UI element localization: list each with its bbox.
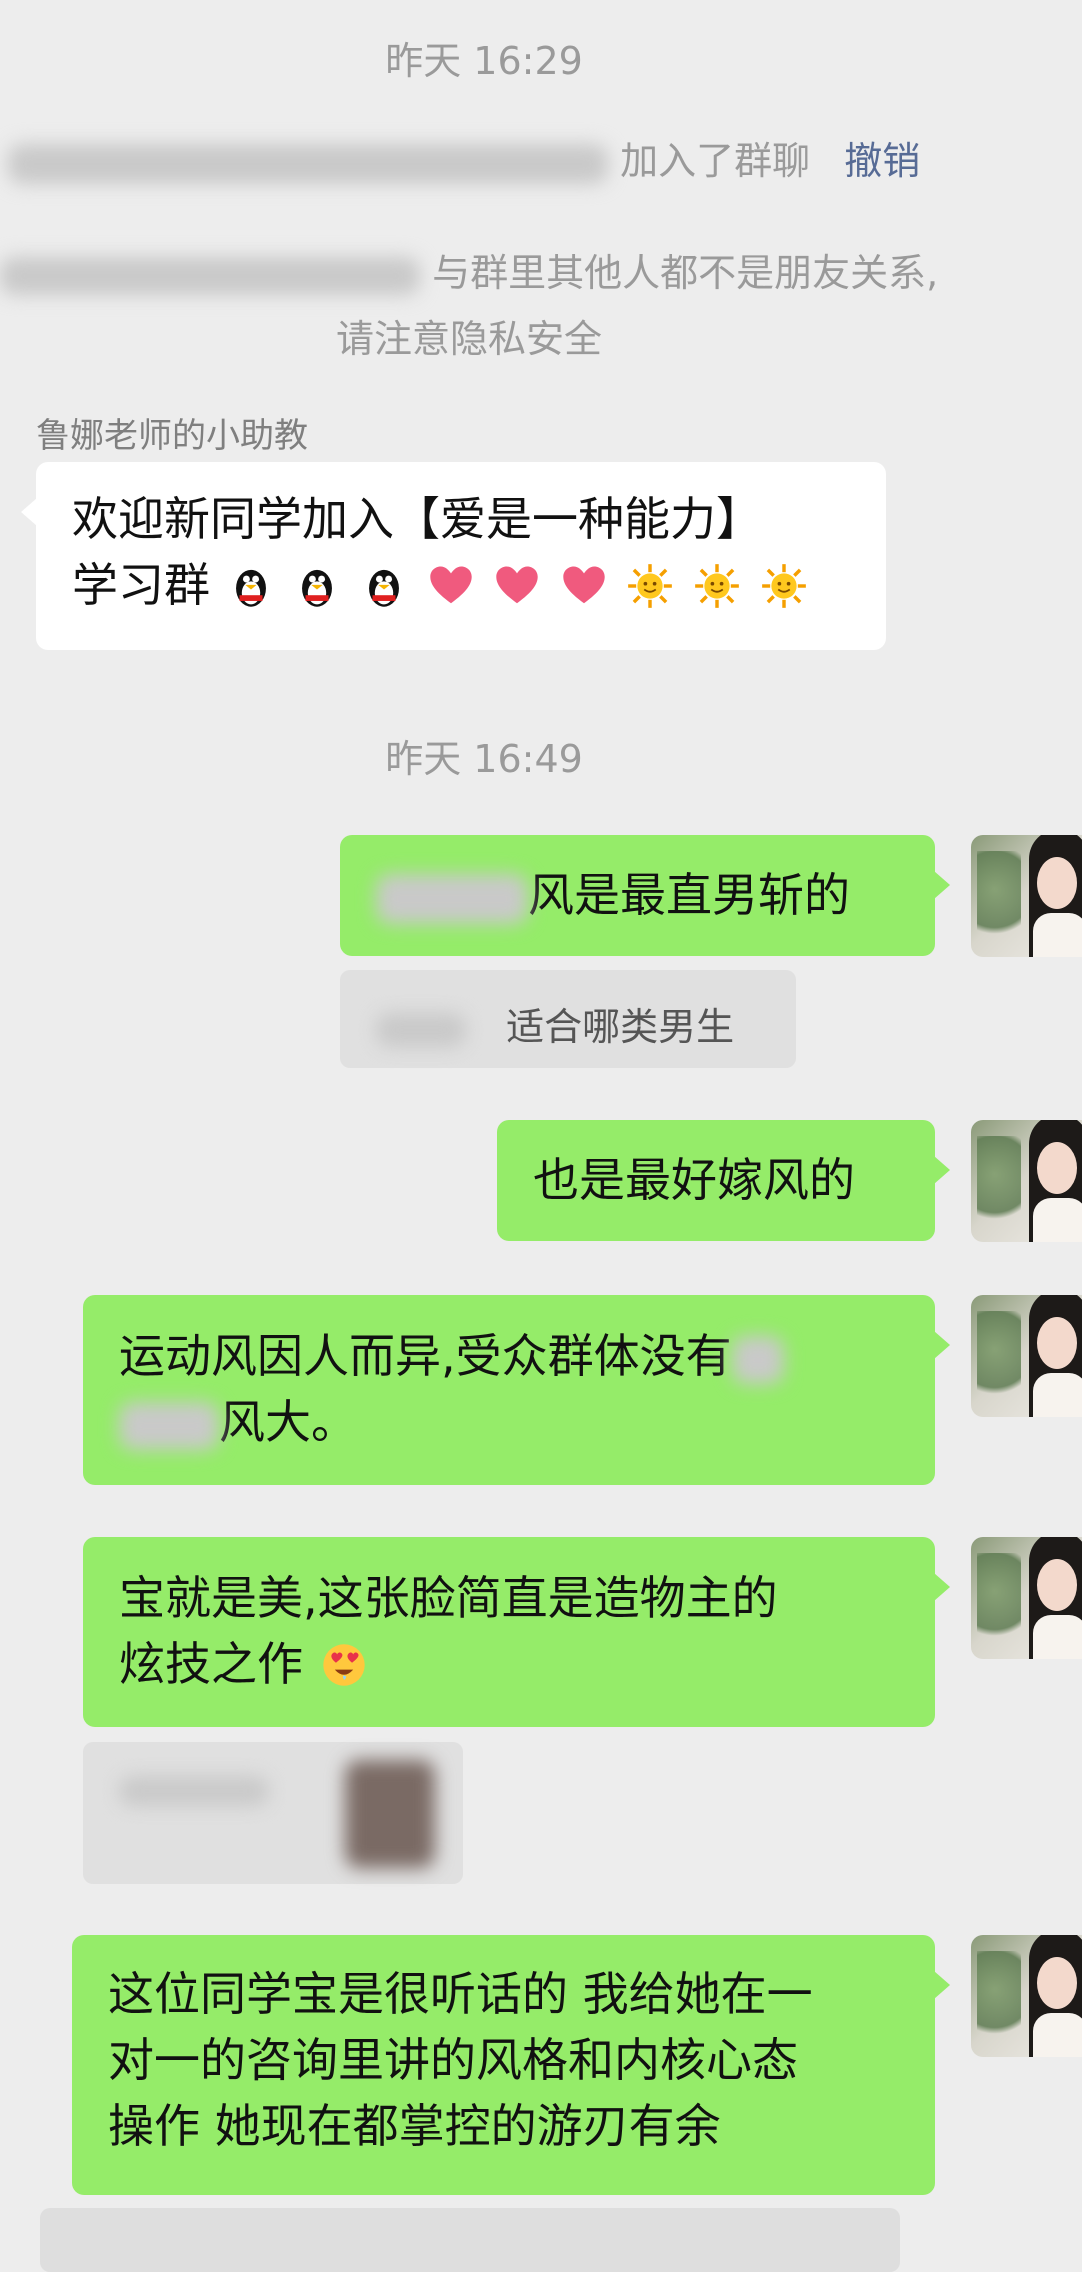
join-text: 加入了群聊 — [620, 139, 811, 183]
redacted-text — [731, 1335, 784, 1384]
quoted-image-reply[interactable] — [83, 1742, 463, 1884]
message-text: 也是最好嫁风的 — [533, 1153, 855, 1207]
sun-emoji — [761, 564, 806, 608]
timestamp: 昨天 16:49 — [385, 737, 583, 781]
privacy-notice-line2: 请注意隐私安全 — [336, 317, 603, 361]
heart-emoji — [563, 566, 605, 604]
penguin-emoji — [235, 569, 266, 607]
redacted-name — [376, 1012, 466, 1047]
sender-name: 鲁娜老师的小助教 — [36, 416, 308, 456]
privacy-text: 与群里其他人都不是朋友关系, — [432, 251, 939, 295]
avatar[interactable] — [971, 1295, 1082, 1417]
redacted-text — [119, 1401, 219, 1450]
heart-eyes-emoji — [322, 1644, 365, 1686]
message-bubble[interactable]: 这位同学宝是很听话的 我给她在一 对一的咨询里讲的风格和内核心态 操作 她现在都… — [72, 1935, 950, 2195]
penguin-emoji — [302, 569, 333, 607]
message-text: 这位同学宝是很听话的 我给她在一 — [108, 1967, 813, 2021]
recall-link[interactable]: 撤销 — [844, 139, 920, 183]
quote-text: 适合哪类男生 — [506, 1005, 735, 1049]
welcome-line1: 欢迎新同学加入【爱是一种能力】 — [72, 492, 762, 546]
message-bubble[interactable]: 运动风因人而异,受众群体没有 风大。 — [83, 1295, 950, 1485]
penguin-emoji — [368, 569, 399, 607]
sun-emoji — [628, 564, 673, 608]
partial-quoted-reply[interactable] — [40, 2208, 900, 2272]
redacted-name — [8, 143, 608, 184]
message-text: 风大。 — [219, 1395, 357, 1449]
welcome-line2: 学习群 — [72, 552, 850, 618]
system-join-notice: 加入了群聊 撤销 — [8, 130, 920, 185]
redacted-name — [119, 1776, 269, 1806]
message-line: 炫技之作 — [119, 1631, 899, 1697]
message-text: 操作 她现在都掌控的游刃有余 — [108, 2099, 721, 2153]
quoted-reply[interactable]: 适合哪类男生 — [340, 970, 796, 1068]
message-text: 炫技之作 — [119, 1637, 303, 1691]
avatar[interactable] — [971, 1935, 1082, 2057]
redacted-name — [0, 256, 420, 295]
sun-emoji — [695, 564, 739, 608]
message-text: 风是最直男斩的 — [528, 868, 850, 922]
heart-emoji — [496, 566, 538, 604]
message-bubble[interactable]: 也是最好嫁风的 — [497, 1120, 950, 1241]
privacy-notice-line1: 与群里其他人都不是朋友关系, — [0, 242, 938, 297]
timestamp: 昨天 16:29 — [385, 39, 583, 83]
message-text: 宝就是美,这张脸简直是造物主的 — [119, 1571, 778, 1625]
welcome-line2-text: 学习群 — [72, 558, 210, 612]
redacted-text — [376, 873, 528, 924]
message-bubble[interactable]: 宝就是美,这张脸简直是造物主的 炫技之作 — [83, 1537, 950, 1727]
message-text: 对一的咨询里讲的风格和内核心态 — [108, 2033, 798, 2087]
avatar[interactable] — [971, 1120, 1082, 1242]
avatar[interactable] — [971, 835, 1082, 957]
message-text: 运动风因人而异,受众群体没有 — [119, 1329, 732, 1383]
avatar[interactable] — [971, 1537, 1082, 1659]
message-line: 运动风因人而异,受众群体没有 — [119, 1323, 899, 1389]
heart-emoji — [429, 566, 472, 604]
message-line: 风大。 — [119, 1389, 899, 1455]
welcome-bubble[interactable]: 欢迎新同学加入【爱是一种能力】 学习群 — [21, 462, 886, 650]
redacted-image — [345, 1760, 435, 1868]
message-bubble[interactable]: 风是最直男斩的 — [340, 835, 950, 956]
